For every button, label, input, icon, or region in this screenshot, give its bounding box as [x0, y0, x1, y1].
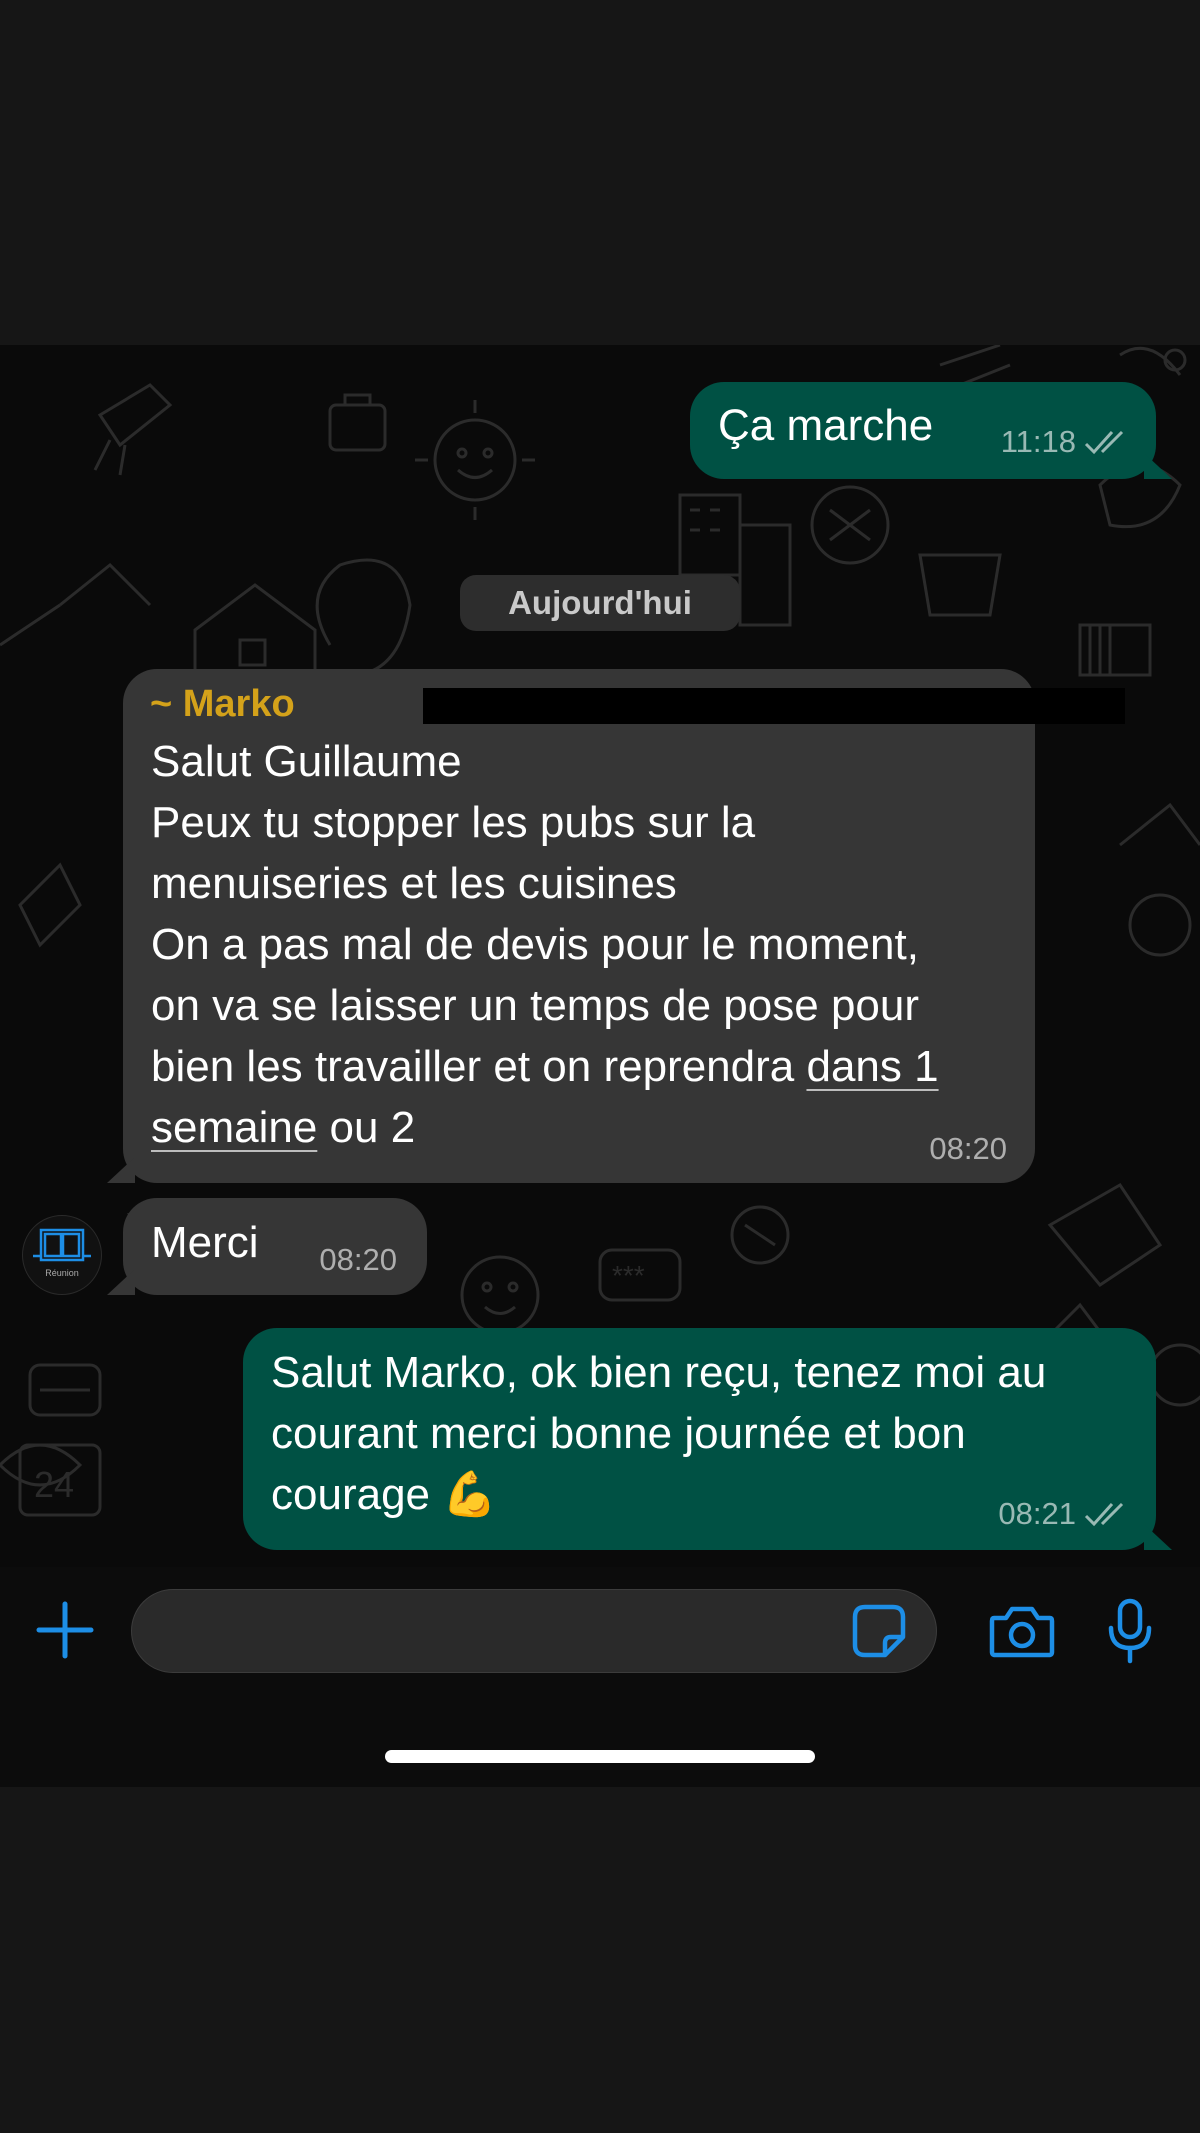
- message-time: 08:20: [929, 1131, 1007, 1166]
- sticker-icon[interactable]: [851, 1603, 907, 1659]
- date-link[interactable]: dans 1: [806, 1042, 938, 1091]
- incoming-message[interactable]: ~ Marko Salut Guillaume Peux tu stopper …: [107, 669, 1125, 1183]
- book-logo-icon: [33, 1228, 91, 1262]
- read-receipt-icon: [1084, 1502, 1124, 1527]
- message-text: Merci: [151, 1218, 259, 1267]
- read-receipt-icon: [1084, 430, 1124, 455]
- camera-icon[interactable]: [988, 1604, 1056, 1660]
- message-input[interactable]: [131, 1589, 937, 1673]
- message-time: 08:21: [998, 1496, 1076, 1531]
- message-text: Salut Guillaume Peux tu stopper les pubs…: [151, 737, 939, 1152]
- message-text: Ça marche: [718, 401, 934, 450]
- redacted-phone-number: [423, 688, 1125, 724]
- outgoing-message[interactable]: Ça marche 11:18: [690, 382, 1172, 479]
- avatar[interactable]: Réunion: [22, 1215, 102, 1295]
- svg-text:***: ***: [612, 1260, 645, 1291]
- microphone-icon[interactable]: [1107, 1598, 1153, 1664]
- chat-background: 24 *** Ça marche 11:18 Aujourd'hui ~ Mar…: [0, 345, 1200, 1567]
- message-time: 11:18: [1000, 424, 1076, 459]
- date-link[interactable]: semaine: [151, 1103, 317, 1152]
- home-indicator[interactable]: [385, 1750, 815, 1763]
- date-separator: Aujourd'hui: [460, 575, 740, 631]
- message-time: 08:20: [319, 1242, 397, 1277]
- sender-name[interactable]: ~ Marko: [150, 679, 295, 729]
- incoming-message[interactable]: Merci 08:20: [107, 1198, 427, 1295]
- plus-icon[interactable]: [35, 1600, 95, 1660]
- avatar-label: Réunion: [45, 1268, 79, 1278]
- chat-screen: 24 *** Ça marche 11:18 Aujourd'hui ~ Mar…: [0, 345, 1200, 1787]
- outgoing-message[interactable]: Salut Marko, ok bien reçu, tenez moi au …: [243, 1328, 1172, 1550]
